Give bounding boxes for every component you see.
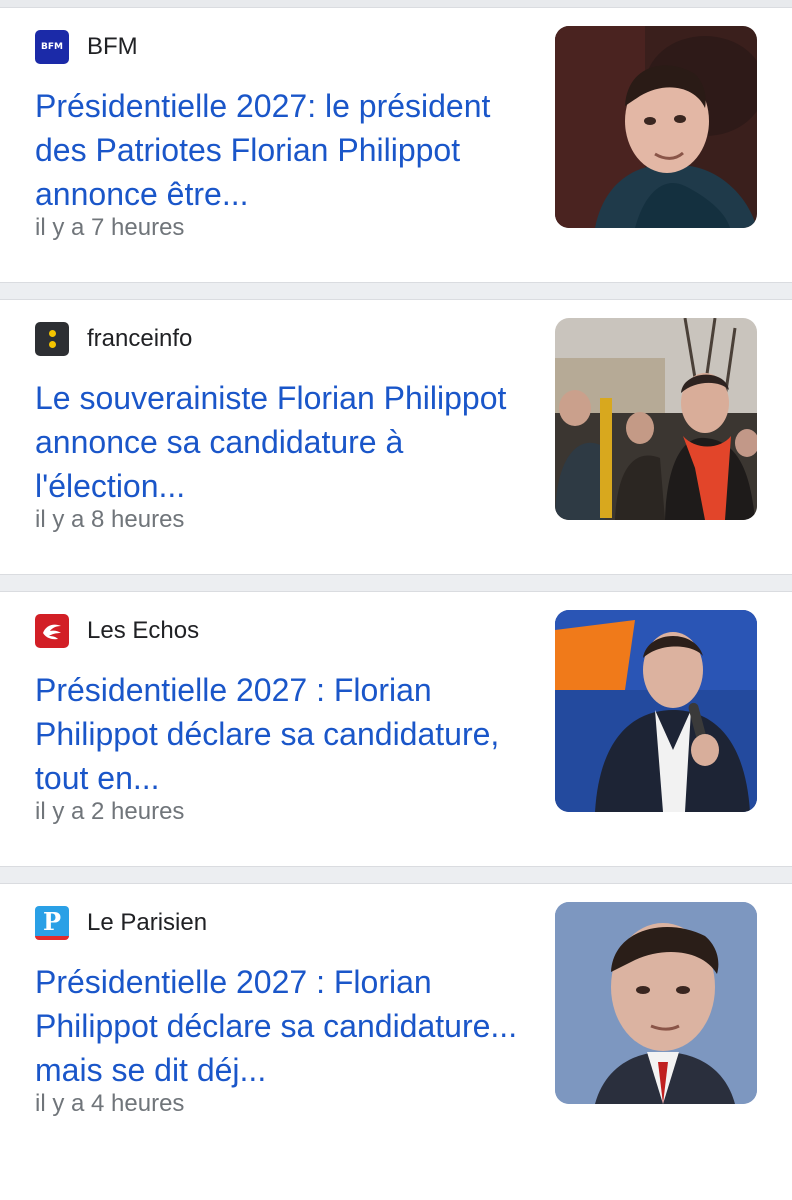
timestamp: il y a 4 heures bbox=[35, 1090, 185, 1117]
news-source: P Le Parisien bbox=[35, 906, 207, 940]
news-feed: BFM BFM Présidentielle 2027: le présiden… bbox=[0, 0, 792, 1200]
news-source: Les Echos bbox=[35, 614, 199, 648]
headline-link[interactable]: Présidentielle 2027 : Florian Philippot … bbox=[35, 668, 525, 800]
headline-link[interactable]: Le souverainiste Florian Philippot annon… bbox=[35, 376, 525, 508]
franceinfo-logo-icon bbox=[35, 322, 69, 356]
bfm-logo-text: BFM bbox=[41, 42, 63, 52]
news-card[interactable]: BFM BFM Présidentielle 2027: le présiden… bbox=[0, 8, 792, 282]
timestamp: il y a 2 heures bbox=[35, 798, 185, 825]
source-name: BFM bbox=[87, 33, 138, 60]
news-card[interactable]: Les Echos Présidentielle 2027 : Florian … bbox=[0, 592, 792, 866]
news-source: franceinfo bbox=[35, 322, 192, 356]
le-parisien-logo-icon: P bbox=[35, 906, 69, 940]
source-name: Le Parisien bbox=[87, 909, 208, 936]
news-card[interactable]: P Le Parisien Présidentielle 2027 : Flor… bbox=[0, 884, 792, 1158]
echos-bird-shape bbox=[43, 624, 61, 640]
source-name: Les Echos bbox=[87, 617, 200, 644]
thumbnail-image[interactable] bbox=[555, 26, 757, 228]
les-echos-logo-icon bbox=[35, 614, 69, 648]
news-card[interactable]: franceinfo Le souverainiste Florian Phil… bbox=[0, 300, 792, 574]
bfm-logo-icon: BFM bbox=[35, 30, 69, 64]
parisien-logo-letter: P bbox=[42, 906, 62, 936]
card-divider bbox=[0, 866, 792, 884]
thumbnail-image[interactable] bbox=[555, 318, 757, 520]
thumbnail-image[interactable] bbox=[555, 902, 757, 1104]
card-divider bbox=[0, 282, 792, 300]
franceinfo-dot-bottom bbox=[48, 341, 56, 348]
timestamp: il y a 7 heures bbox=[35, 214, 185, 241]
headline-link[interactable]: Présidentielle 2027: le président des Pa… bbox=[35, 84, 525, 216]
timestamp: il y a 8 heures bbox=[35, 506, 185, 533]
headline-link[interactable]: Présidentielle 2027 : Florian Philippot … bbox=[35, 960, 525, 1092]
man-red-scarf-crowd-photo bbox=[555, 318, 757, 520]
thumbnail-image[interactable] bbox=[555, 610, 757, 812]
card-divider bbox=[0, 574, 792, 592]
portrait-man-dark-coat-photo bbox=[555, 26, 757, 228]
man-microphone-speech-photo bbox=[555, 610, 757, 812]
top-divider bbox=[0, 0, 792, 8]
news-source: BFM BFM bbox=[35, 30, 138, 64]
franceinfo-dot-top bbox=[48, 330, 56, 337]
portrait-man-blue-background-photo bbox=[555, 902, 757, 1104]
source-name: franceinfo bbox=[87, 325, 193, 352]
